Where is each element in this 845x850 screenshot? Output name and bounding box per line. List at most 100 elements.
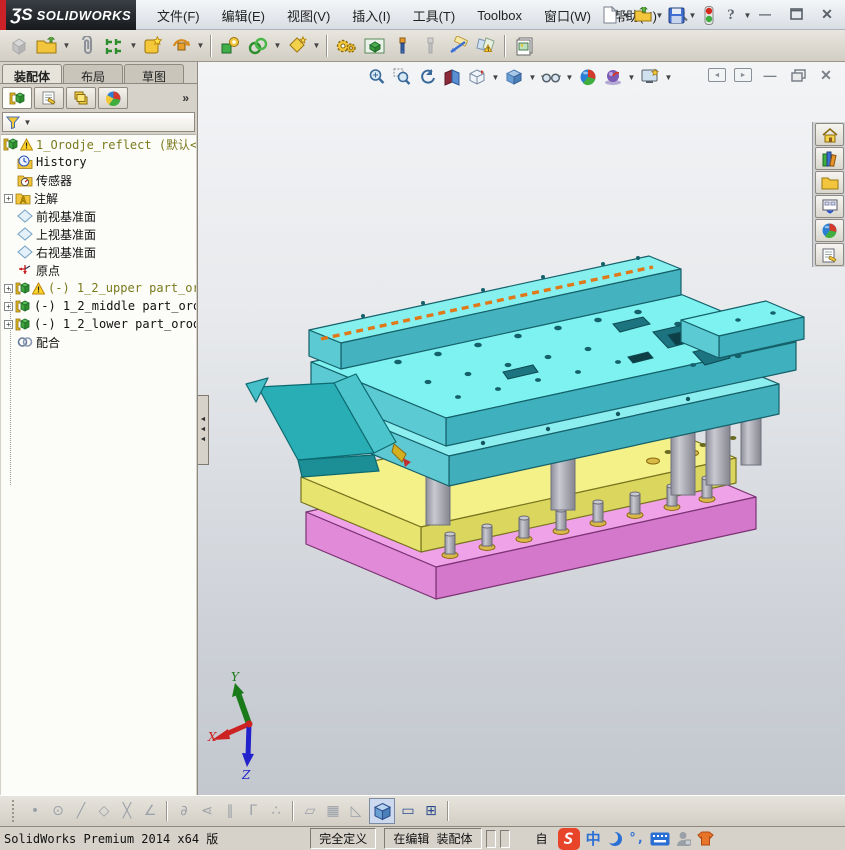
- hide-show-dropdown-icon[interactable]: ▼: [565, 73, 574, 82]
- menu-edit[interactable]: 编辑(E): [213, 2, 274, 29]
- design-library-button[interactable]: [815, 147, 844, 170]
- configuration-manager-tab[interactable]: [66, 87, 96, 109]
- measure-icon[interactable]: [445, 33, 471, 59]
- doc-close-icon[interactable]: ✕: [816, 67, 836, 83]
- mold-assembly-model[interactable]: [198, 62, 845, 795]
- interference-detection-icon[interactable]: [473, 33, 499, 59]
- maximize-button[interactable]: [784, 5, 808, 23]
- ime-punctuation-icon[interactable]: °,: [629, 831, 645, 846]
- section-view-icon[interactable]: [441, 66, 463, 88]
- minimize-button[interactable]: —: [753, 5, 777, 23]
- appearances-scenes-button[interactable]: [815, 219, 844, 242]
- ime-fullmoon-icon[interactable]: [607, 831, 623, 847]
- component-preview-icon[interactable]: [361, 33, 387, 59]
- mate-dropdown-icon[interactable]: ▼: [273, 41, 282, 50]
- scene-dropdown-icon[interactable]: ▼: [627, 73, 636, 82]
- file-explorer-button[interactable]: [815, 171, 844, 194]
- image-icon[interactable]: [511, 33, 537, 59]
- menu-window[interactable]: 窗口(W): [535, 2, 600, 29]
- solidworks-resources-button[interactable]: [815, 123, 844, 146]
- help-dropdown-icon[interactable]: ▼: [743, 11, 752, 20]
- view-palette-button[interactable]: [815, 195, 844, 218]
- open-document-icon[interactable]: [633, 5, 653, 25]
- doc-restore-icon[interactable]: [788, 67, 808, 83]
- open-icon[interactable]: [34, 33, 60, 59]
- doc-minimize-icon[interactable]: —: [760, 67, 780, 83]
- ime-user-icon[interactable]: [676, 831, 691, 847]
- expand-icon[interactable]: +: [4, 320, 13, 329]
- close-button[interactable]: ✕: [815, 5, 839, 23]
- save-icon[interactable]: [666, 5, 686, 25]
- tree-item-middle-part[interactable]: + (-) 1_2_middle part_orodj: [1, 297, 196, 315]
- viewport-single-icon[interactable]: ▭: [397, 800, 419, 822]
- menu-file[interactable]: 文件(F): [148, 2, 209, 29]
- menu-insert[interactable]: 插入(I): [343, 2, 399, 29]
- help-icon[interactable]: ?: [721, 5, 741, 25]
- menu-toolbox[interactable]: Toolbox: [468, 4, 531, 27]
- rotate-component-icon[interactable]: [168, 33, 194, 59]
- orientation-dropdown-icon[interactable]: ▼: [491, 73, 500, 82]
- manager-more-chevron[interactable]: »: [182, 91, 189, 105]
- previous-view-icon[interactable]: [416, 66, 438, 88]
- view-orientation-icon[interactable]: [466, 66, 488, 88]
- show-components-dropdown-icon[interactable]: ▼: [129, 41, 138, 50]
- tab-assembly[interactable]: 装配体: [2, 64, 62, 83]
- open-dropdown-icon[interactable]: ▼: [62, 41, 71, 50]
- tab-layout[interactable]: 布局: [63, 64, 123, 83]
- ime-language-toggle[interactable]: 中: [586, 828, 601, 849]
- mate-icon[interactable]: [245, 33, 271, 59]
- ime-skin-icon[interactable]: [697, 831, 714, 846]
- apply-scene-icon[interactable]: [602, 66, 624, 88]
- gears-icon[interactable]: [333, 33, 359, 59]
- expand-icon[interactable]: +: [4, 302, 13, 311]
- display-style-icon[interactable]: [503, 66, 525, 88]
- open-dropdown-icon[interactable]: ▼: [655, 11, 664, 20]
- tree-item-origin[interactable]: 原点: [1, 261, 196, 279]
- tree-item-history[interactable]: History: [1, 153, 196, 171]
- display-manager-tab[interactable]: [98, 87, 128, 109]
- view-settings-dropdown-icon[interactable]: ▼: [664, 73, 673, 82]
- hide-show-items-icon[interactable]: [540, 66, 562, 88]
- tree-item-mates[interactable]: 配合: [1, 333, 196, 351]
- panel-splitter-handle[interactable]: ◄◄◄: [198, 395, 209, 465]
- tree-item-top-plane[interactable]: 上视基准面: [1, 225, 196, 243]
- show-hidden-components-icon[interactable]: [101, 33, 127, 59]
- new-document-icon[interactable]: [600, 5, 620, 25]
- display-style-dropdown-icon[interactable]: ▼: [528, 73, 537, 82]
- attachment-icon[interactable]: [73, 33, 99, 59]
- tree-filter[interactable]: ▼: [2, 112, 195, 132]
- edit-appearance-icon[interactable]: [577, 66, 599, 88]
- assembly-features-icon[interactable]: [284, 33, 310, 59]
- expand-icon[interactable]: +: [4, 284, 13, 293]
- tree-item-upper-part[interactable]: + (-) 1_2_upper part_oro: [1, 279, 196, 297]
- custom-properties-button[interactable]: [815, 243, 844, 266]
- zoom-to-area-icon[interactable]: [391, 66, 413, 88]
- tree-item-lower-part[interactable]: + (-) 1_2_lower part_orodje_: [1, 315, 196, 333]
- view-settings-icon[interactable]: [639, 66, 661, 88]
- save-dropdown-icon[interactable]: ▼: [688, 11, 697, 20]
- shaded-with-edges-button[interactable]: [369, 798, 395, 824]
- rebuild-traffic-light-icon[interactable]: [699, 5, 719, 25]
- smart-fastener-icon[interactable]: [389, 33, 415, 59]
- pane-left-icon[interactable]: ◄: [708, 68, 726, 82]
- tree-root-assembly[interactable]: 1_Orodje_reflect (默认<默: [1, 135, 196, 153]
- filter-dropdown-icon[interactable]: ▼: [23, 118, 32, 127]
- graphics-area[interactable]: ▼ ▼ ▼ ▼ ▼ ◄ ► — ✕: [198, 62, 845, 795]
- viewport-four-icon[interactable]: ⊞: [420, 800, 442, 822]
- insert-component-icon[interactable]: [140, 33, 166, 59]
- tab-sketch[interactable]: 草图: [124, 64, 184, 83]
- edit-component-icon[interactable]: [217, 33, 243, 59]
- menu-tools[interactable]: 工具(T): [404, 2, 465, 29]
- new-dropdown-icon[interactable]: ▼: [622, 11, 631, 20]
- feature-manager-tab[interactable]: [2, 87, 32, 109]
- pane-right-icon[interactable]: ►: [734, 68, 752, 82]
- tree-item-annotations[interactable]: + A 注解: [1, 189, 196, 207]
- menu-view[interactable]: 视图(V): [278, 2, 339, 29]
- rotate-dropdown-icon[interactable]: ▼: [196, 41, 205, 50]
- toolbar-grip[interactable]: [12, 800, 17, 822]
- property-manager-tab[interactable]: [34, 87, 64, 109]
- ime-keyboard-icon[interactable]: [650, 832, 670, 846]
- tree-item-right-plane[interactable]: 右视基准面: [1, 243, 196, 261]
- zoom-to-fit-icon[interactable]: [366, 66, 388, 88]
- tree-item-front-plane[interactable]: 前视基准面: [1, 207, 196, 225]
